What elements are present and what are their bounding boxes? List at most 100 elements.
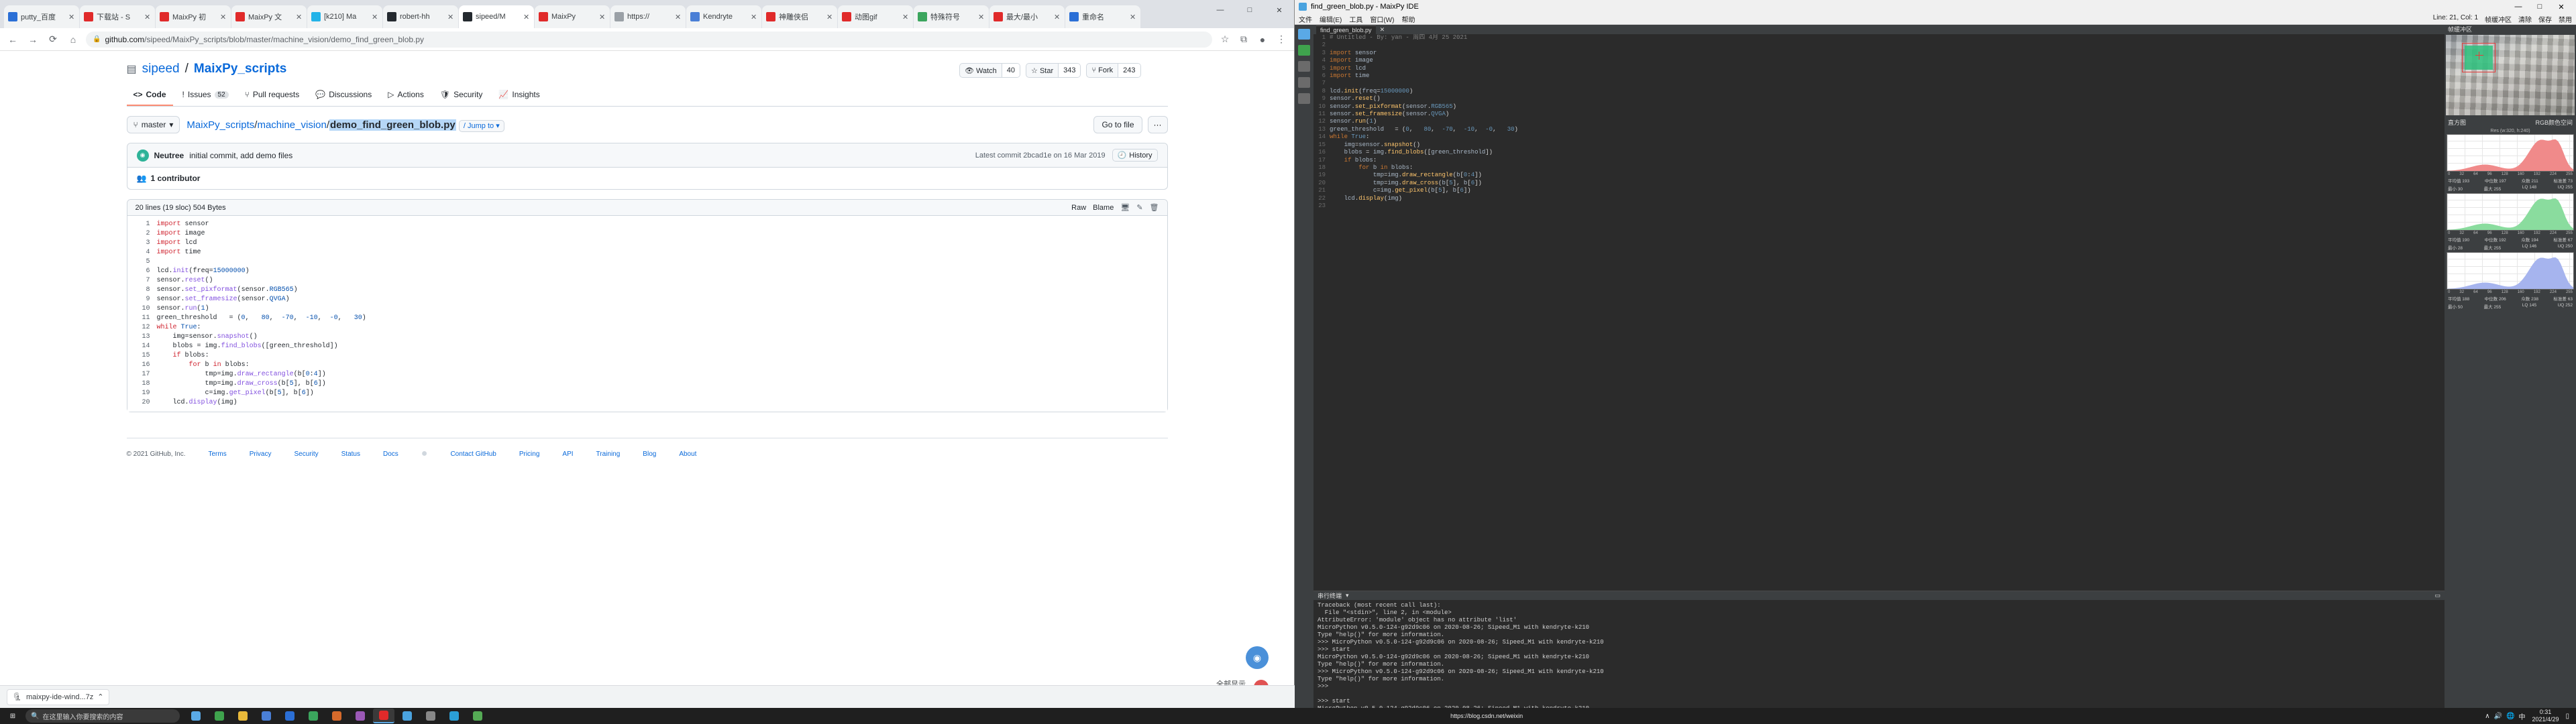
breadcrumb-repo[interactable]: MaixPy_scripts [186,119,254,131]
ide-run-icon[interactable] [1298,45,1310,56]
history-button[interactable]: 🕘 History [1112,149,1158,162]
browser-tab[interactable]: 动图gif✕ [838,5,913,28]
browser-tab[interactable]: robert-hh✕ [383,5,458,28]
profile-icon[interactable]: ● [1255,32,1270,47]
taskbar-app-icon[interactable] [373,709,394,723]
browser-tab[interactable]: https://✕ [610,5,686,28]
more-options-button[interactable]: ··· [1148,116,1168,133]
ide-file-tab[interactable]: find_green_blob.py [1316,25,1376,34]
repo-action-star[interactable]: ☆ Star343 [1026,63,1081,78]
raw-button[interactable]: Raw [1071,204,1086,212]
console-minimize-icon[interactable]: ▭ [2434,592,2440,599]
taskbar-app-icon[interactable] [256,709,277,723]
tab-close-icon[interactable]: ✕ [978,13,985,21]
taskbar-app-icon[interactable] [467,709,488,723]
tab-issues[interactable]: !Issues52 [176,86,235,106]
ide-save-icon[interactable] [1298,93,1310,104]
ide-close-button[interactable]: ✕ [2551,3,2572,11]
browser-tab[interactable]: MaixPy 初✕ [156,5,231,28]
show-desktop-button[interactable]: ▯ [2565,713,2569,720]
taskbar-search-box[interactable]: 🔍 在这里输入你要搜索的内容 [25,709,180,723]
browser-tab[interactable]: Kendryte✕ [686,5,761,28]
tab-discussions[interactable]: 💬Discussions [309,86,378,106]
commit-author[interactable]: Neutree [154,151,184,160]
home-icon[interactable]: ⌂ [66,32,80,47]
breadcrumb-dir[interactable]: machine_vision [257,119,326,131]
ide-menu-item[interactable]: 窗口(W) [1370,14,1394,24]
tray-icon[interactable]: 🔊 [2494,713,2502,720]
commit-message[interactable]: initial commit, add demo files [189,151,292,160]
footer-link[interactable]: API [562,450,573,458]
footer-link[interactable]: Training [596,450,621,458]
ide-open-icon[interactable] [1298,77,1310,88]
ide-stop-icon[interactable] [1298,61,1310,72]
ide-code-editor[interactable]: 1# Untitled - By: yan - 周四 4月 25 202123i… [1313,34,2445,591]
taskbar-app-icon[interactable] [185,709,207,723]
repo-action-watch[interactable]: 👁 Watch40 [959,63,1020,78]
extensions-icon[interactable]: ⧉ [1236,32,1251,47]
contributors-row[interactable]: 👥 1 contributor [127,168,1167,189]
open-desktop-icon[interactable]: 🖥 [1120,203,1130,212]
repo-owner-link[interactable]: sipeed [142,62,180,76]
tab-close-icon[interactable]: ✕ [1054,13,1061,21]
ide-save-button[interactable]: 保存 [2538,14,2552,24]
tab-pull-requests[interactable]: ⑂Pull requests [238,86,307,106]
tray-icon[interactable]: 中 [2518,711,2525,721]
browser-tab[interactable]: MaixPy✕ [535,5,610,28]
close-button[interactable]: ✕ [1265,0,1294,20]
ide-tab-close-icon[interactable]: ✕ [1380,26,1385,34]
tab-close-icon[interactable]: ✕ [220,13,227,21]
ide-menu-item[interactable]: 文件 [1299,14,1312,24]
footer-link[interactable]: Terms [208,450,226,458]
start-button[interactable]: ⊞ [0,708,25,724]
delete-icon[interactable]: 🗑 [1150,203,1159,212]
ide-disable-button[interactable]: 禁用 [2559,14,2572,24]
ide-clear-button[interactable]: 清除 [2518,14,2532,24]
menu-kebab-icon[interactable]: ⋮ [1274,32,1289,47]
taskbar-app-icon[interactable] [350,709,371,723]
taskbar-app-icon[interactable] [279,709,301,723]
tab-close-icon[interactable]: ✕ [675,13,682,21]
tab-close-icon[interactable]: ✕ [902,13,909,21]
tab-code[interactable]: <>Code [127,86,173,106]
tray-icon[interactable]: ∧ [2485,713,2489,720]
footer-link[interactable]: Pricing [519,450,540,458]
taskbar-app-icon[interactable] [420,709,441,723]
reload-icon[interactable]: ⟳ [46,32,60,47]
back-icon[interactable]: ← [5,32,20,47]
footer-link[interactable]: Security [294,450,319,458]
repo-name-link[interactable]: MaixPy_scripts [194,62,286,76]
console-caret-icon[interactable]: ▾ [1346,592,1349,599]
ide-maximize-button[interactable]: □ [2529,3,2551,11]
taskbar-app-icon[interactable] [326,709,347,723]
browser-tab[interactable]: 最大/最小✕ [989,5,1065,28]
tab-close-icon[interactable]: ✕ [68,13,75,21]
ide-menu-item[interactable]: 工具 [1349,14,1362,24]
repo-action-fork[interactable]: ⑂ Fork243 [1086,63,1140,78]
tab-close-icon[interactable]: ✕ [372,13,378,21]
taskbar-app-icon[interactable] [232,709,254,723]
ide-menu-item[interactable]: 帮助 [1401,14,1415,24]
tab-close-icon[interactable]: ✕ [599,13,606,21]
tab-security[interactable]: 🛡Security [433,86,490,106]
tab-insights[interactable]: 📈Insights [492,86,546,106]
address-bar[interactable]: 🔒 github.com/sipeed/MaixPy_scripts/blob/… [86,32,1212,48]
tab-close-icon[interactable]: ✕ [826,13,833,21]
maximize-button[interactable]: □ [1235,0,1265,20]
tab-close-icon[interactable]: ✕ [751,13,757,21]
browser-tab[interactable]: 特殊符号✕ [914,5,989,28]
ide-menu-item[interactable]: 编辑(E) [1320,14,1342,24]
taskbar-app-icon[interactable] [396,709,418,723]
taskbar-app-icon[interactable] [443,709,465,723]
footer-link[interactable]: About [679,450,696,458]
tab-actions[interactable]: ▷Actions [381,86,431,106]
edit-icon[interactable]: ✎ [1136,203,1142,212]
browser-tab[interactable]: 下载站 - S✕ [80,5,155,28]
bookmark-star-icon[interactable]: ☆ [1218,32,1232,47]
tab-close-icon[interactable]: ✕ [144,13,151,21]
browser-window-controls[interactable]: — □ ✕ [1205,0,1294,20]
footer-link[interactable]: Docs [383,450,398,458]
taskbar-clock[interactable]: 0:31 2021/4/29 [2532,709,2559,723]
go-to-file-button[interactable]: Go to file [1093,116,1142,133]
browser-tab[interactable]: sipeed/M✕ [459,5,534,28]
